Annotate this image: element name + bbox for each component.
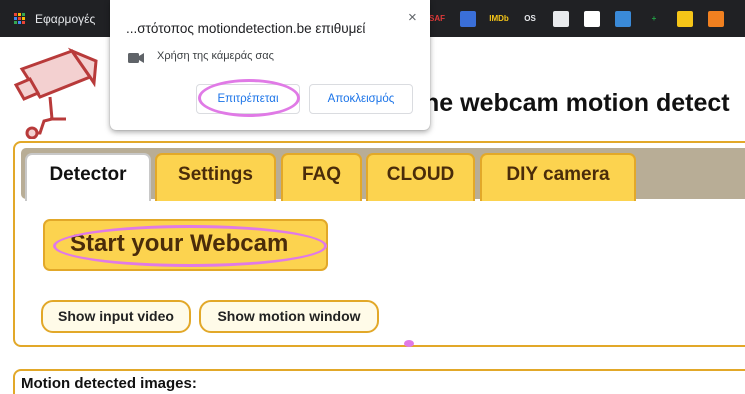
bookmark-imdb-icon[interactable]: IMDb: [489, 11, 509, 27]
tab-diy-camera-label: DIY camera: [506, 164, 610, 185]
show-motion-window-button[interactable]: Show motion window: [199, 300, 379, 333]
apps-grid-icon: [14, 13, 25, 24]
detector-panel: Detector Settings FAQ CLOUD DIY camera S…: [13, 141, 745, 347]
bookmark-saf-icon[interactable]: SAF: [429, 11, 445, 27]
start-webcam-button[interactable]: Start your Webcam: [43, 219, 328, 271]
webcam-logo-icon: [13, 47, 98, 139]
video-camera-icon: [128, 53, 144, 63]
bookmark-document-icon[interactable]: [584, 10, 600, 27]
motion-detected-label: Motion detected images:: [21, 375, 197, 392]
bookmark-os-icon[interactable]: OS: [522, 11, 538, 27]
bookmark-clapper-icon[interactable]: [615, 10, 631, 27]
tab-detector-label: Detector: [49, 164, 127, 185]
camera-permission-text: Χρήση της κάμεράς σας: [157, 50, 274, 62]
tab-faq-label: FAQ: [301, 164, 342, 185]
show-motion-window-label: Show motion window: [217, 308, 361, 324]
popup-title: ...στότοπος motiondetection.be επιθυμεί: [126, 21, 366, 36]
apps-label: Εφαρμογές: [35, 11, 96, 26]
close-icon[interactable]: ×: [408, 9, 417, 26]
tab-diy-camera[interactable]: DIY camera: [480, 153, 636, 201]
bookmark-sheets-plus-icon[interactable]: +: [646, 11, 662, 27]
allow-label: Επιτρέπεται: [217, 93, 279, 105]
tab-settings[interactable]: Settings: [155, 153, 276, 201]
tab-faq[interactable]: FAQ: [281, 153, 362, 201]
block-label: Αποκλεισμός: [327, 93, 395, 105]
bookmark-orange-icon[interactable]: [708, 10, 724, 27]
annotation-dot: [404, 340, 414, 347]
browser-viewport: Εφαρμογές SAF IMDb OS + he webcam motion de…: [0, 0, 745, 394]
camera-permission-popup: ...στότοπος motiondetection.be επιθυμεί …: [110, 0, 430, 130]
tab-cloud-label: CLOUD: [386, 164, 455, 185]
motion-detected-section: Motion detected images:: [13, 369, 745, 394]
bookmark-icons: SAF IMDb OS +: [429, 0, 739, 37]
tab-settings-label: Settings: [178, 164, 253, 185]
show-input-video-button[interactable]: Show input video: [41, 300, 191, 333]
block-button[interactable]: Αποκλεισμός: [309, 84, 413, 114]
bookmark-search-icon[interactable]: [553, 10, 569, 27]
show-input-video-label: Show input video: [58, 308, 174, 324]
apps-shortcut[interactable]: Εφαρμογές: [14, 0, 95, 37]
start-webcam-label: Start your Webcam: [70, 230, 289, 257]
tab-detector[interactable]: Detector: [25, 153, 151, 201]
tab-cloud[interactable]: CLOUD: [366, 153, 475, 201]
allow-button[interactable]: Επιτρέπεται: [196, 84, 300, 114]
site-title-fragment: he webcam motion detect: [424, 89, 730, 117]
bookmark-runner-icon[interactable]: [460, 10, 476, 27]
bookmark-smile-icon[interactable]: [677, 10, 693, 27]
